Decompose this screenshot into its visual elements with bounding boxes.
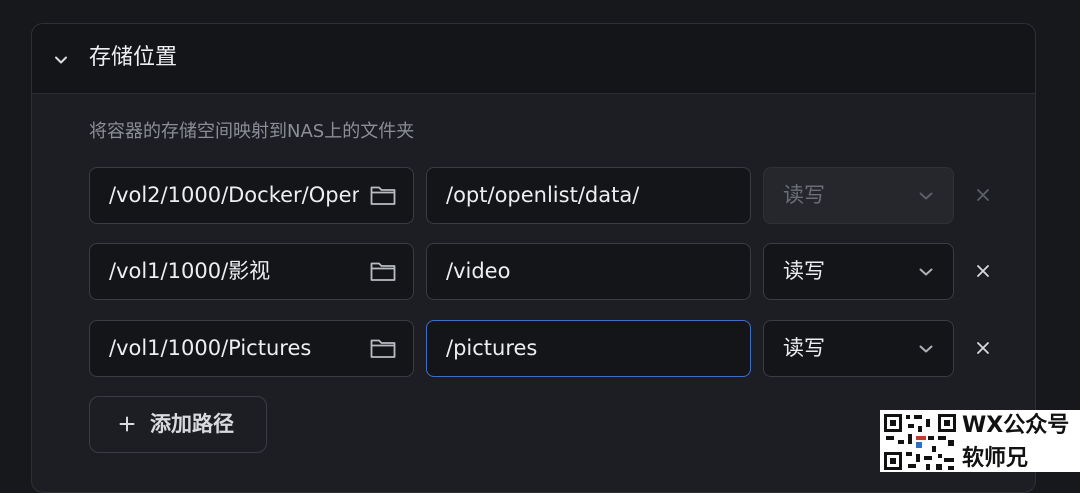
folder-icon[interactable] [369,336,397,360]
host-path-field[interactable]: /vol1/1000/Pictures [89,320,414,377]
container-path-input[interactable]: /opt/openlist/data/ [426,167,751,224]
host-path-field[interactable]: /vol2/1000/Docker/Openlist [89,167,414,224]
close-icon [977,189,989,201]
qr-code-icon [882,412,958,472]
remove-mount-button[interactable] [971,183,995,207]
host-path-value: /vol2/1000/Docker/Openlist [109,183,359,207]
add-path-label: 添加路径 [150,412,234,436]
permission-select[interactable]: 读写 [763,320,954,377]
permission-value: 读写 [783,336,825,360]
container-path-input[interactable]: /pictures [426,320,751,377]
panel-header[interactable]: 存储位置 [32,24,1035,94]
watermark: WX公众号 软师兄 [880,410,1080,472]
section-description: 将容器的存储空间映射到NAS上的文件夹 [89,121,415,142]
chevron-down-icon [919,268,933,276]
permission-value: 读写 [783,259,825,283]
host-path-value: /vol1/1000/影视 [109,259,271,283]
container-path-value: /pictures [446,336,538,360]
watermark-line2: 软师兄 [962,446,1029,471]
container-path-value: /opt/openlist/data/ [446,183,640,207]
folder-icon[interactable] [369,259,397,283]
remove-mount-button[interactable] [971,259,995,283]
plus-icon [119,416,135,432]
chevron-down-icon [919,345,933,353]
permission-select[interactable]: 读写 [763,243,954,300]
close-icon [977,342,989,354]
container-path-value: /video [446,259,511,283]
mount-row: /vol1/1000/影视 /video 读写 [89,243,1019,300]
permission-select: 读写 [763,167,954,224]
host-path-value: /vol1/1000/Pictures [109,336,312,360]
permission-value: 读写 [783,183,825,207]
folder-icon[interactable] [369,183,397,207]
mount-row: /vol1/1000/Pictures /pictures 读写 [89,320,1019,377]
close-icon [977,265,989,277]
chevron-down-icon[interactable] [52,51,70,69]
chevron-down-icon [919,192,933,200]
section-title: 存储位置 [89,45,178,70]
add-path-button[interactable]: 添加路径 [89,396,267,453]
remove-mount-button[interactable] [971,336,995,360]
watermark-line1: WX公众号 [962,413,1070,438]
container-path-input[interactable]: /video [426,243,751,300]
mount-row: /vol2/1000/Docker/Openlist /opt/openlist… [89,167,1019,224]
host-path-field[interactable]: /vol1/1000/影视 [89,243,414,300]
